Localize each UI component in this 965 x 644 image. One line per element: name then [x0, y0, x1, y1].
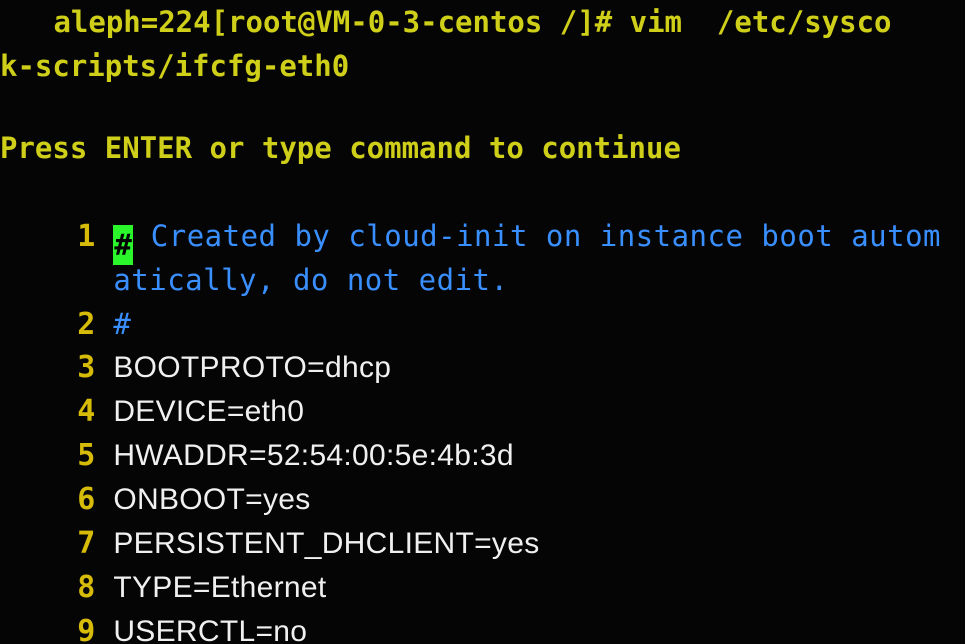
shell-command-line: aleph=224[root@VM-0-3-centos /]# vim /et… [36, 5, 892, 39]
editor-line-5[interactable]: 5 HWADDR=52:54:00:5e:4b:3d [0, 390, 965, 473]
editor-line-4[interactable]: 4 DEVICE=eth0 [0, 346, 965, 429]
editor-empty-line-marker-row: ~ [0, 608, 965, 644]
press-enter-message: Press ENTER or type command to continue [0, 131, 681, 165]
shell-command-line-wrap: k-scripts/ifcfg-eth0 [0, 49, 350, 83]
editor-line-1[interactable]: 1 # Created by cloud-init on instance boo… [0, 170, 965, 265]
editor-line-9[interactable]: 9 USERCTL=no [0, 566, 965, 644]
editor-line-6[interactable]: 6 ONBOOT=yes [0, 434, 965, 517]
editor-line-1-wrap[interactable]: atically, do not edit. [0, 214, 965, 297]
editor-line-8[interactable]: 8 TYPE=Ethernet [0, 522, 965, 605]
terminal-window[interactable]: aleph=224[root@VM-0-3-centos /]# vim /et… [0, 0, 965, 644]
editor-line-2[interactable]: 2 # [0, 258, 965, 342]
editor-line-7[interactable]: 7 PERSISTENT_DHCLIENT=yes [0, 478, 965, 561]
editor-line-3[interactable]: 3 BOOTPROTO=dhcp [0, 302, 965, 385]
